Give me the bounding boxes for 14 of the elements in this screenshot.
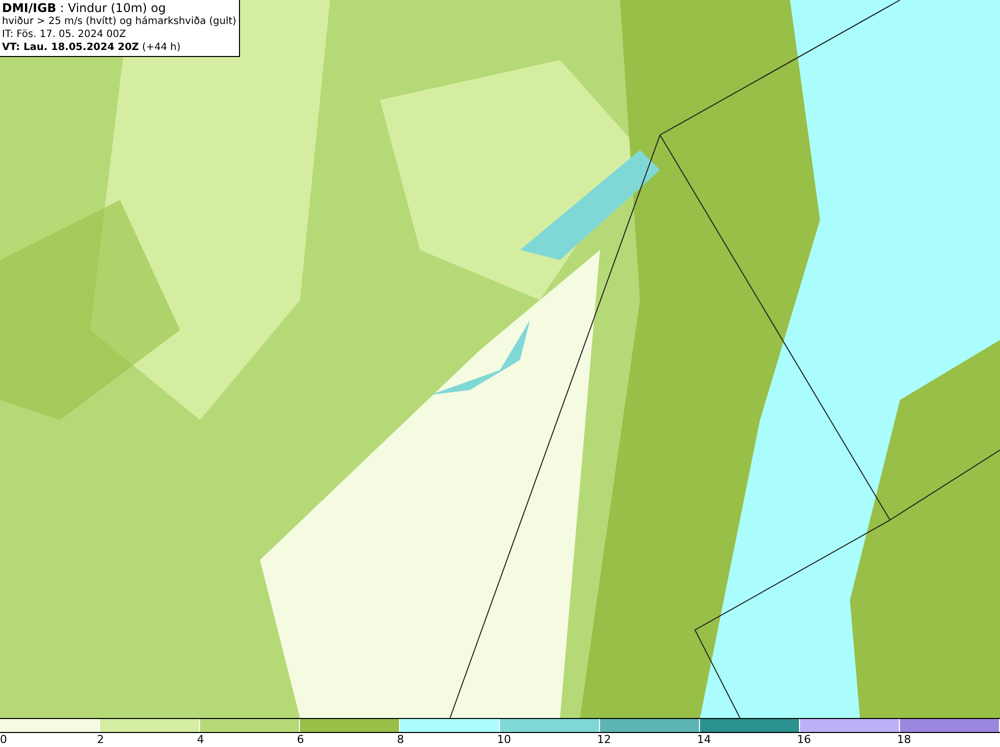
legend-label: 8 <box>397 733 404 747</box>
legend-label: 0 <box>0 733 7 747</box>
legend-label: 12 <box>597 733 611 747</box>
caption-line: IT: Fös. 17. 05. 2024 00Z <box>2 28 127 41</box>
caption-line: hviður > 25 m/s (hvítt) og hámarkshviða (gult) <box>2 15 236 28</box>
legend-label: 14 <box>697 733 711 747</box>
legend-label: 18 <box>897 733 911 747</box>
legend-label: 6 <box>297 733 304 747</box>
legend-label: 4 <box>197 733 204 747</box>
legend-label: 10 <box>497 733 511 747</box>
caption-line: DMI/IGB : Vindur (10m) og <box>2 1 167 15</box>
legend-label: 16 <box>797 733 811 747</box>
legend-label: 2 <box>97 733 104 747</box>
caption-line: VT: Lau. 18.05.2024 20Z (+44 h) <box>2 41 182 54</box>
